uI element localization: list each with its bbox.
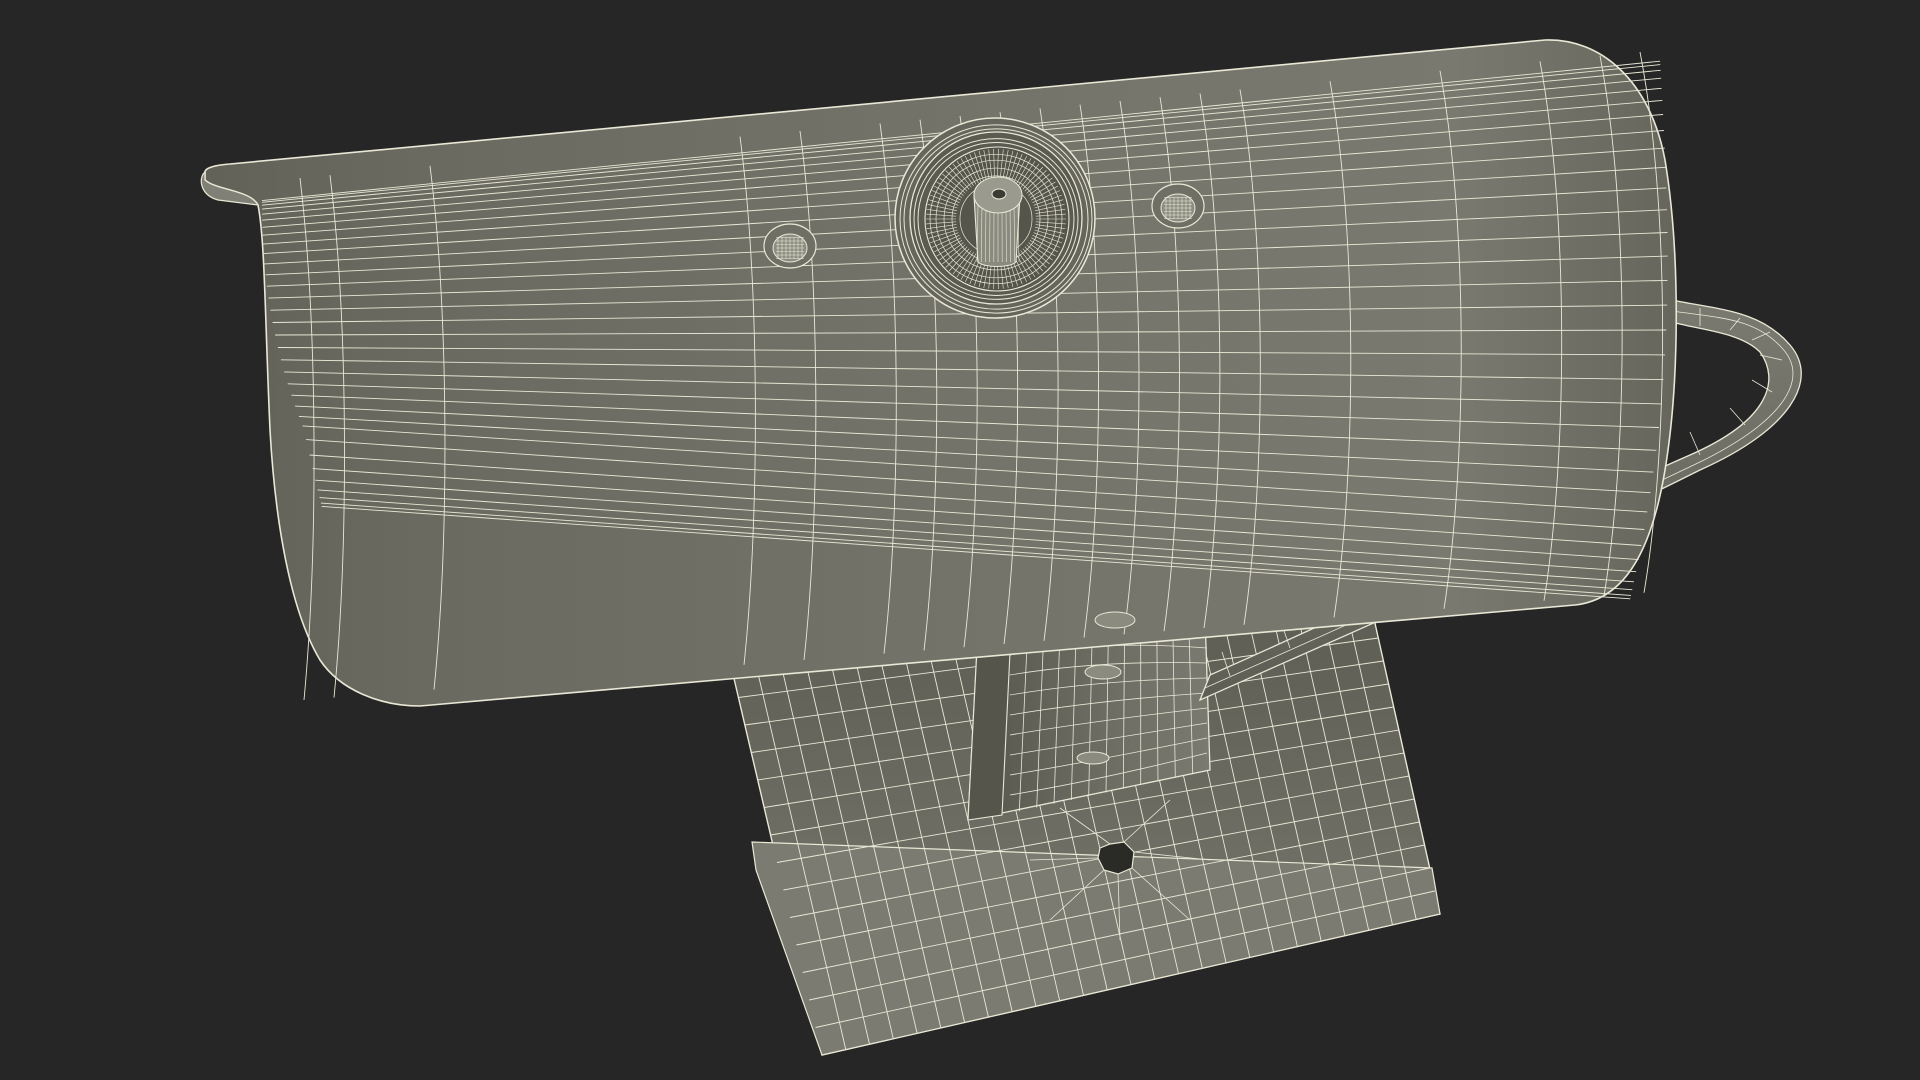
body-screw-right [1151, 183, 1205, 229]
neck-screw-bottom [1076, 751, 1110, 765]
body-screw-left [763, 223, 817, 269]
lens-center-dot [991, 188, 1007, 200]
webcam-wireframe [200, 39, 1802, 1056]
camera-lens [894, 117, 1096, 319]
mesh-edge [1689, 431, 1701, 456]
viewport [0, 0, 1920, 1080]
hinge-screw [1094, 611, 1136, 629]
neck-screw-top [1084, 664, 1122, 680]
mesh-edge [1729, 407, 1746, 426]
